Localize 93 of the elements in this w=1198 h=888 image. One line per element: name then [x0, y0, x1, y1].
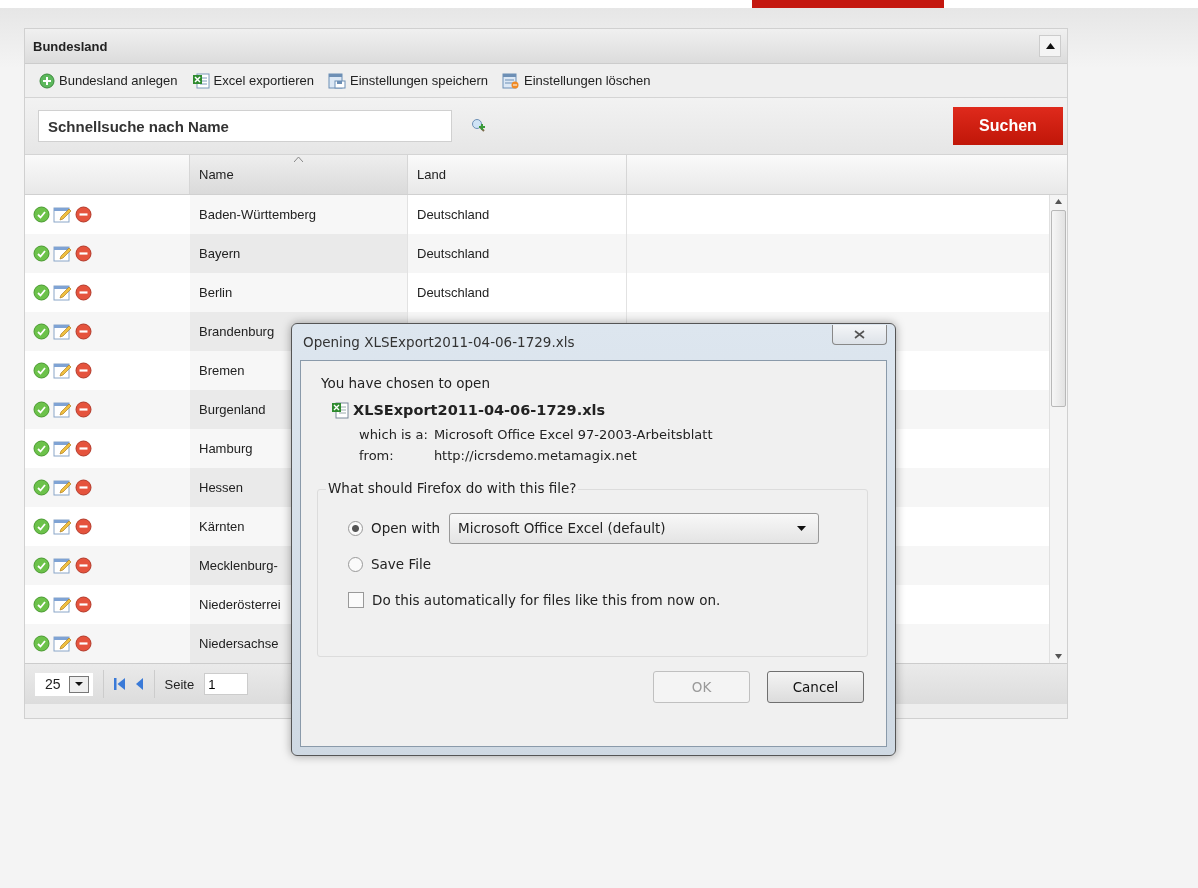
- radio-option[interactable]: Save File: [348, 556, 432, 572]
- application-select[interactable]: Microsoft Office Excel (default): [449, 512, 819, 544]
- save-icon: [328, 72, 346, 89]
- delete-icon[interactable]: [75, 245, 92, 262]
- toolbar-button[interactable]: Excel exportieren: [191, 72, 314, 89]
- spreadsheet-file-icon: [331, 401, 349, 419]
- table-cell: Mecklenburg-: [199, 558, 278, 573]
- source-label: from:: [359, 448, 395, 463]
- approve-icon[interactable]: [33, 245, 50, 262]
- table-cell: Deutschland: [417, 207, 490, 222]
- edit-icon[interactable]: [53, 635, 72, 652]
- delete-icon[interactable]: [75, 284, 92, 301]
- previous-page-icon[interactable]: [135, 677, 144, 691]
- edit-icon[interactable]: [53, 596, 72, 613]
- column-header[interactable]: Name: [190, 155, 408, 194]
- approve-icon[interactable]: [33, 440, 50, 457]
- toolbar-button[interactable]: Einstellungen löschen: [502, 72, 651, 89]
- table-cell: Berlin: [199, 285, 233, 300]
- type-label: which is a:: [359, 427, 428, 442]
- collapse-arrow-icon: [1045, 43, 1055, 49]
- delete-icon[interactable]: [75, 323, 92, 340]
- delete-icon[interactable]: [75, 206, 92, 223]
- table-cell: Deutschland: [417, 246, 490, 261]
- edit-icon[interactable]: [53, 401, 72, 418]
- delete-icon[interactable]: [75, 635, 92, 652]
- file-name: XLSExport2011-04-06-1729.xls: [353, 402, 606, 418]
- first-page-icon[interactable]: [113, 677, 126, 691]
- approve-icon[interactable]: [33, 635, 50, 652]
- table-cell: Brandenburg: [199, 324, 275, 339]
- edit-icon[interactable]: [53, 206, 72, 223]
- table-cell: Niederösterrei: [199, 597, 281, 612]
- edit-icon[interactable]: [53, 440, 72, 457]
- delete-icon[interactable]: [75, 596, 92, 613]
- scroll-up-icon[interactable]: [1055, 199, 1062, 204]
- table-cell: Kärnten: [199, 519, 245, 534]
- table-cell: Niedersachse: [199, 636, 279, 651]
- approve-icon[interactable]: [33, 596, 50, 613]
- toolbar-button[interactable]: Einstellungen speichern: [328, 72, 489, 89]
- toolbar-button[interactable]: Bundesland anlegen: [39, 72, 178, 89]
- edit-icon[interactable]: [53, 284, 72, 301]
- close-button[interactable]: [832, 325, 887, 345]
- approve-icon[interactable]: [33, 206, 50, 223]
- table-cell: Bremen: [199, 363, 245, 378]
- edit-icon[interactable]: [53, 245, 72, 262]
- delete-icon[interactable]: [75, 440, 92, 457]
- scrollbar[interactable]: [1049, 195, 1067, 663]
- approve-icon[interactable]: [33, 362, 50, 379]
- delete-icon[interactable]: [75, 557, 92, 574]
- close-icon: [854, 330, 865, 339]
- approve-icon[interactable]: [33, 284, 50, 301]
- column-header[interactable]: Land: [408, 155, 627, 194]
- panel-title: Bundesland: [33, 38, 108, 54]
- page-size-select[interactable]: 25: [35, 672, 93, 696]
- dialog-text: You have chosen to open: [321, 375, 491, 391]
- edit-icon[interactable]: [53, 362, 72, 379]
- delete-icon[interactable]: [75, 362, 92, 379]
- approve-icon[interactable]: [33, 518, 50, 535]
- dialog-button[interactable]: Cancel: [767, 671, 864, 703]
- approve-icon[interactable]: [33, 479, 50, 496]
- edit-icon[interactable]: [53, 323, 72, 340]
- table-cell: Deutschland: [417, 285, 490, 300]
- dialog-title: Opening XLSExport2011-04-06-1729.xls: [302, 334, 575, 350]
- spreadsheet-icon: [191, 72, 210, 89]
- collapse-button[interactable]: [1039, 35, 1061, 57]
- edit-icon[interactable]: [53, 479, 72, 496]
- delete-icon[interactable]: [75, 401, 92, 418]
- document-remove-icon: [502, 72, 521, 89]
- delete-icon[interactable]: [75, 518, 92, 535]
- search-field[interactable]: Schnellsuche nach Name: [38, 110, 452, 142]
- table-cell: Hessen: [199, 480, 244, 495]
- dropdown-arrow-icon: [74, 682, 83, 686]
- type-value: Microsoft Office Excel 97-2003-Arbeitsblatt: [433, 427, 713, 442]
- group-legend: What should Firefox do with this file?: [326, 480, 579, 496]
- search-add-icon[interactable]: [471, 118, 487, 134]
- table-cell: Hamburg: [199, 441, 253, 456]
- edit-icon[interactable]: [53, 518, 72, 535]
- page-label: Seite: [164, 676, 195, 692]
- approve-icon[interactable]: [33, 323, 50, 340]
- dropdown-arrow-icon: [797, 525, 806, 531]
- source-value: http://icrsdemo.metamagix.net: [433, 448, 638, 463]
- scroll-down-icon[interactable]: [1055, 654, 1062, 659]
- add-icon: [39, 72, 55, 89]
- approve-icon[interactable]: [33, 401, 50, 418]
- radio-option[interactable]: Open with: [348, 520, 440, 536]
- page-number-field[interactable]: 1: [204, 673, 249, 695]
- delete-icon[interactable]: [75, 479, 92, 496]
- table-cell: Burgenland: [199, 402, 266, 417]
- remember-checkbox[interactable]: Do this automatically for files like this from now on.: [348, 592, 839, 608]
- table-cell: Baden-Württemberg: [199, 207, 317, 222]
- table-cell: Bayern: [199, 246, 241, 261]
- approve-icon[interactable]: [33, 557, 50, 574]
- search-button[interactable]: Suchen: [953, 107, 1063, 145]
- edit-icon[interactable]: [53, 557, 72, 574]
